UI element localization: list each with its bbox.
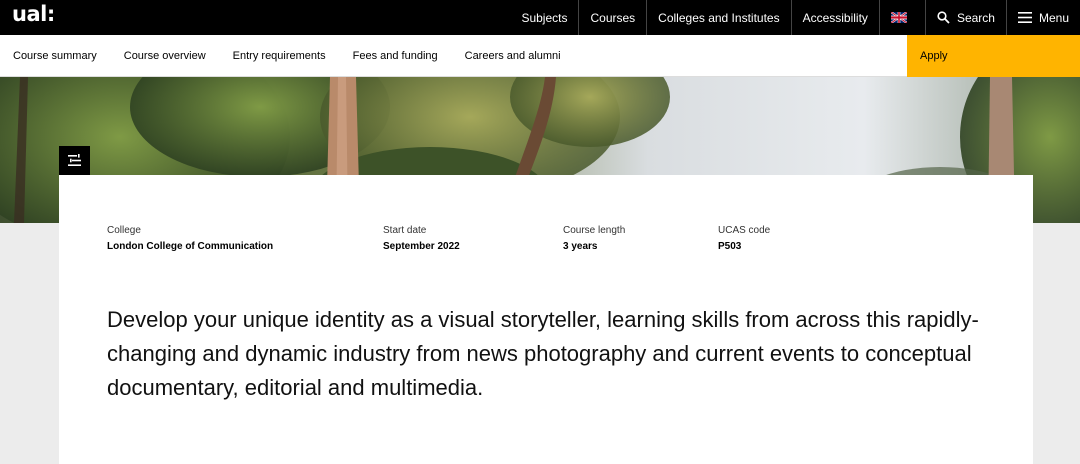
ual-logo[interactable]: ual: [12, 2, 55, 26]
search-label: Search [956, 10, 995, 25]
fact-label: Course length [563, 225, 626, 236]
sliders-icon [68, 154, 81, 166]
fact-college: College London College of Communication [107, 225, 273, 252]
nav-courses[interactable]: Courses [578, 0, 646, 35]
fact-label: College [107, 225, 141, 236]
subnav-course-summary[interactable]: Course summary [0, 35, 110, 77]
global-nav: Subjects Courses Colleges and Institutes… [510, 0, 1080, 35]
apply-button[interactable]: Apply [907, 35, 1080, 77]
fact-label: Start date [383, 225, 427, 236]
subnav-entry-requirements[interactable]: Entry requirements [219, 35, 339, 77]
nav-colleges-and-institutes[interactable]: Colleges and Institutes [646, 0, 790, 35]
fact-value: 3 years [563, 241, 598, 252]
fact-course-length: Course length 3 years [563, 225, 625, 252]
course-subnav: Course summary Course overview Entry req… [0, 35, 1080, 77]
subnav-careers-and-alumni[interactable]: Careers and alumni [451, 35, 574, 77]
hamburger-icon [1017, 12, 1032, 23]
course-summary-card: College London College of Communication … [59, 175, 1033, 464]
fact-ucas-code: UCAS code P503 [718, 225, 770, 252]
search-icon [937, 11, 950, 24]
menu-button[interactable]: Menu [1005, 0, 1080, 35]
image-caption-toggle[interactable] [59, 146, 90, 175]
fact-value: P503 [718, 241, 742, 252]
nav-accessibility[interactable]: Accessibility [790, 0, 879, 35]
fact-value: September 2022 [383, 241, 460, 252]
fact-start-date: Start date September 2022 [383, 225, 460, 252]
fact-value: London College of Communication [107, 241, 274, 252]
language-button[interactable] [878, 0, 925, 35]
nav-subjects[interactable]: Subjects [510, 0, 578, 35]
course-intro-text: Develop your unique identity as a visual… [107, 307, 979, 400]
global-header: ual: Subjects Courses Colleges and Insti… [0, 0, 1080, 35]
search-button[interactable]: Search [924, 0, 1006, 35]
menu-label: Menu [1038, 10, 1069, 25]
subnav-fees-and-funding[interactable]: Fees and funding [339, 35, 451, 77]
subnav-course-overview[interactable]: Course overview [110, 35, 219, 77]
uk-flag-icon [890, 12, 907, 23]
fact-label: UCAS code [718, 225, 771, 236]
